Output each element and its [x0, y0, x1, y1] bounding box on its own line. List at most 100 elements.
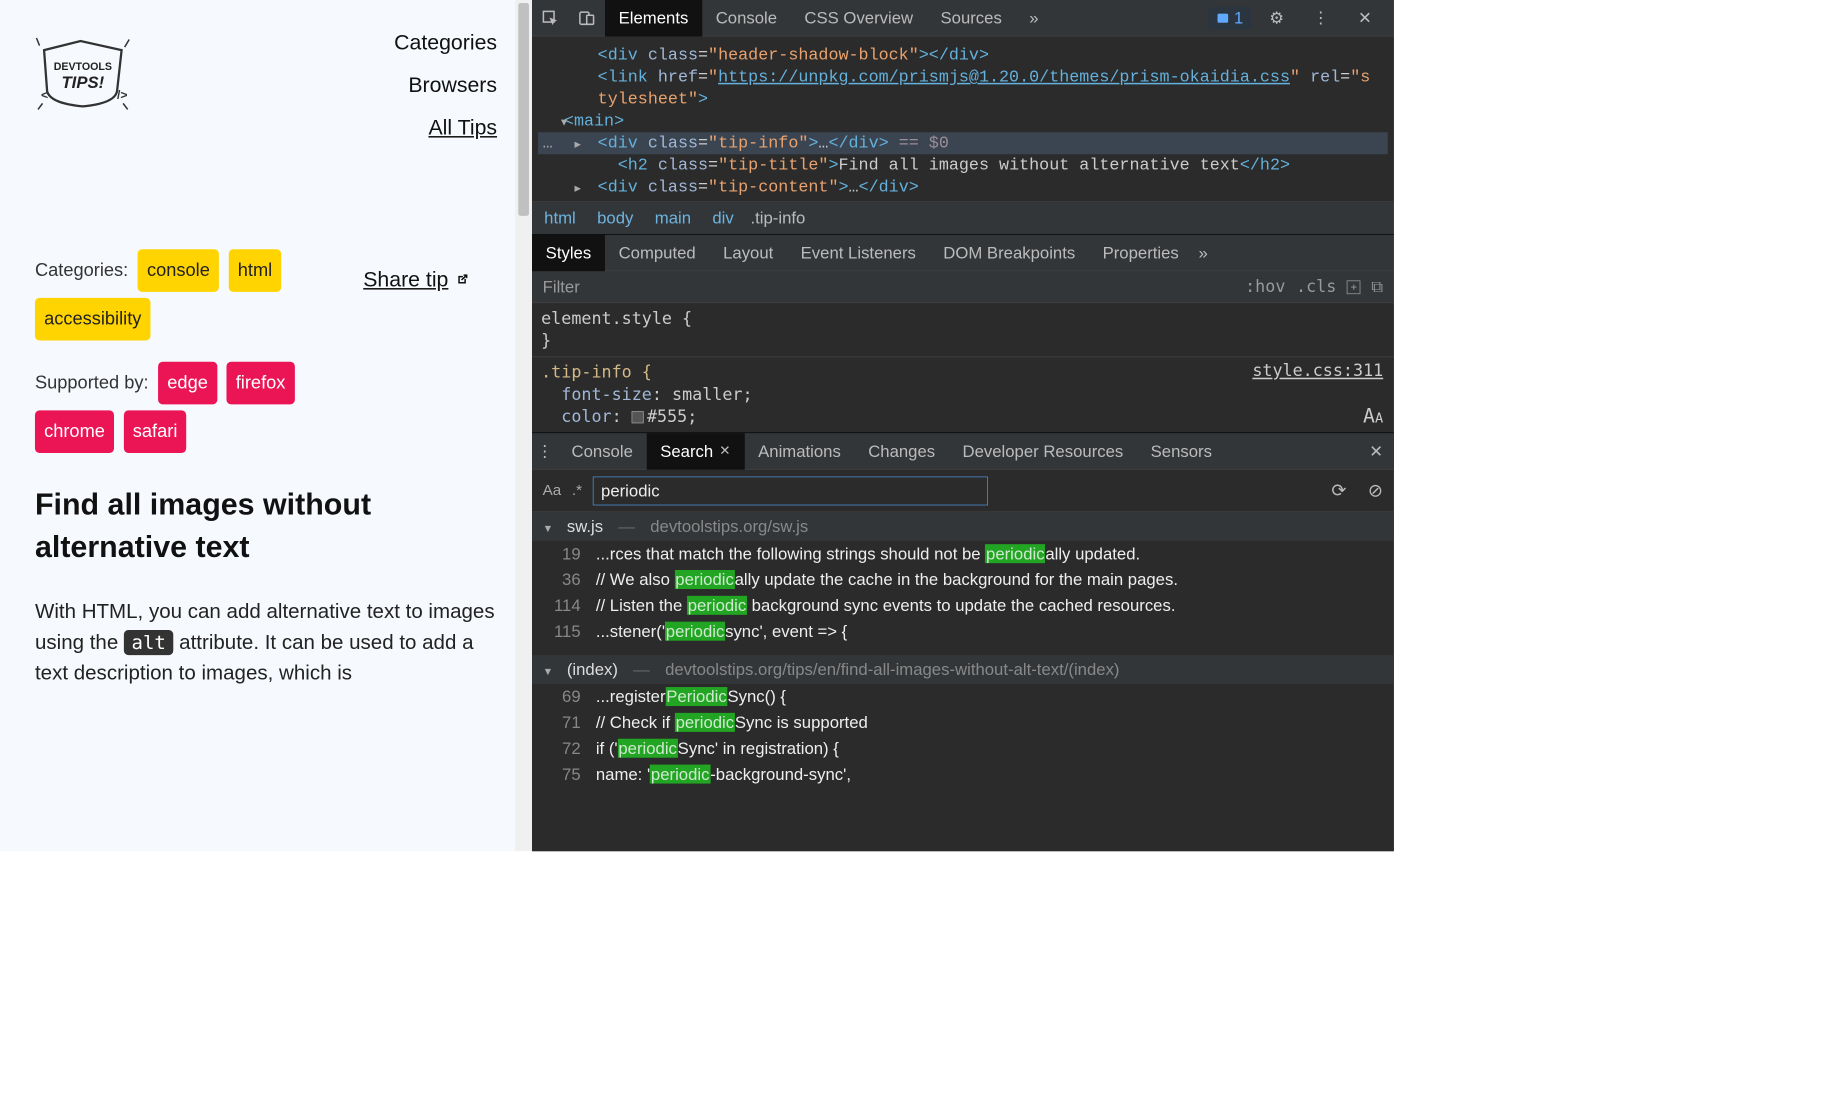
search-input[interactable]: [593, 476, 988, 505]
hov-toggle[interactable]: :hov: [1245, 277, 1285, 296]
drawer-menu-icon[interactable]: ⋮: [532, 441, 558, 461]
nav-browsers[interactable]: Browsers: [408, 73, 497, 97]
svg-text:<: <: [41, 88, 48, 102]
dom-node[interactable]: <link href="https://unpkg.com/prismjs@1.…: [538, 66, 1388, 88]
article-body: With HTML, you can add alternative text …: [35, 596, 497, 688]
styles-pane[interactable]: element.style { } AA style.css:311 .tip-…: [532, 303, 1394, 432]
drawer-tab-search[interactable]: Search✕: [647, 433, 745, 469]
drawer-tab-changes[interactable]: Changes: [855, 433, 949, 469]
subtab-dom-breakpoints[interactable]: DOM Breakpoints: [930, 234, 1089, 270]
search-result-file[interactable]: (index)—devtoolstips.org/tips/en/find-al…: [532, 655, 1394, 684]
cat-tag[interactable]: accessibility: [35, 298, 151, 341]
search-results[interactable]: sw.js—devtoolstips.org/sw.js19...rces th…: [532, 512, 1394, 851]
search-result-line[interactable]: 72if ('periodicSync' in registration) {: [532, 736, 1394, 762]
crumb[interactable]: body: [597, 208, 633, 227]
page-content: DEVTOOLS TIPS! < /> Categories Browsers …: [0, 0, 532, 851]
nav-all-tips[interactable]: All Tips: [428, 116, 497, 140]
search-result-line[interactable]: 19...rces that match the following strin…: [532, 541, 1394, 567]
settings-icon[interactable]: ⚙: [1259, 0, 1295, 36]
crumb[interactable]: main: [655, 208, 691, 227]
style-source-link[interactable]: style.css:311: [1252, 362, 1383, 381]
subtab-styles[interactable]: Styles: [532, 234, 605, 270]
dom-breadcrumb[interactable]: html body main div.tip-info: [532, 202, 1394, 235]
scrollbar[interactable]: [515, 0, 532, 851]
dom-node-selected[interactable]: <div class="tip-info">…</div> == $0: [538, 132, 1388, 154]
dom-node[interactable]: <main>: [538, 110, 1388, 132]
subtabs-overflow[interactable]: »: [1199, 243, 1208, 263]
search-result-line[interactable]: 115...stener('periodicsync', event => {: [532, 619, 1394, 645]
subtab-properties[interactable]: Properties: [1089, 234, 1193, 270]
tab-sources[interactable]: Sources: [927, 0, 1016, 36]
tab-console[interactable]: Console: [702, 0, 791, 36]
top-nav: DEVTOOLS TIPS! < /> Categories Browsers …: [35, 30, 497, 139]
svg-text:DEVTOOLS: DEVTOOLS: [54, 61, 112, 73]
dom-node[interactable]: <h2 class="tip-title">Find all images wi…: [538, 154, 1388, 176]
svg-text:TIPS!: TIPS!: [61, 73, 104, 92]
browser-tag[interactable]: edge: [158, 362, 217, 405]
tab-css-overview[interactable]: CSS Overview: [791, 0, 927, 36]
dom-node[interactable]: <div class="header-shadow-block"></div>: [538, 44, 1388, 66]
clear-icon[interactable]: ⊘: [1368, 480, 1383, 502]
dom-node[interactable]: tylesheet">: [538, 88, 1388, 110]
tabs-overflow[interactable]: »: [1016, 0, 1053, 36]
expand-toggle[interactable]: [561, 112, 567, 131]
subtab-event-listeners[interactable]: Event Listeners: [787, 234, 930, 270]
drawer-close-icon[interactable]: ✕: [1369, 441, 1394, 461]
search-result-line[interactable]: 75name: 'periodic-background-sync',: [532, 762, 1394, 788]
cat-tag[interactable]: html: [229, 249, 282, 292]
supported-label: Supported by:: [35, 372, 149, 393]
devtools-panel: Elements Console CSS Overview Sources » …: [532, 0, 1394, 851]
search-result-line[interactable]: 36// We also periodically update the cac…: [532, 567, 1394, 593]
logo-icon: DEVTOOLS TIPS! < />: [35, 30, 131, 114]
color-swatch[interactable]: [632, 411, 644, 423]
browser-tag[interactable]: firefox: [227, 362, 295, 405]
scrollbar-thumb[interactable]: [518, 3, 529, 216]
regex-icon[interactable]: .*: [572, 482, 582, 499]
devtools-toolbar: Elements Console CSS Overview Sources » …: [532, 0, 1394, 36]
search-result-line[interactable]: 69...registerPeriodicSync() {: [532, 684, 1394, 710]
categories-row: Categories: console html accessibility: [35, 246, 309, 343]
expand-toggle[interactable]: [575, 134, 581, 153]
site-logo[interactable]: DEVTOOLS TIPS! < />: [35, 30, 131, 114]
dom-node[interactable]: <div class="tip-content">…</div>: [538, 176, 1388, 198]
share-tip-link[interactable]: Share tip: [363, 268, 469, 292]
cls-toggle[interactable]: .cls: [1296, 277, 1336, 296]
subtab-computed[interactable]: Computed: [605, 234, 710, 270]
browser-tag[interactable]: chrome: [35, 410, 114, 453]
drawer-tab-sensors[interactable]: Sensors: [1137, 433, 1226, 469]
search-result-file[interactable]: sw.js—devtoolstips.org/sw.js: [532, 512, 1394, 541]
drawer-tab-console[interactable]: Console: [558, 433, 647, 469]
subtab-layout[interactable]: Layout: [709, 234, 787, 270]
toggle-sidebar-icon[interactable]: ⧉: [1371, 277, 1383, 296]
kebab-menu-icon[interactable]: ⋮: [1303, 0, 1339, 36]
crumb[interactable]: html: [544, 208, 576, 227]
issues-badge[interactable]: 1: [1208, 6, 1251, 29]
drawer-tab-animations[interactable]: Animations: [744, 433, 854, 469]
filter-placeholder[interactable]: Filter: [543, 277, 580, 297]
search-bar: Aa .* ⟳ ⊘: [532, 470, 1394, 513]
expand-toggle[interactable]: [575, 178, 581, 197]
match-case-icon[interactable]: Aa: [543, 482, 562, 499]
external-link-icon: [454, 272, 469, 287]
styles-filter-row: Filter :hov .cls + ⧉: [532, 271, 1394, 303]
styles-tabs: Styles Computed Layout Event Listeners D…: [532, 235, 1394, 271]
cat-tag[interactable]: console: [138, 249, 219, 292]
inspect-icon[interactable]: [532, 0, 568, 36]
tab-elements[interactable]: Elements: [605, 0, 702, 36]
close-tab-icon[interactable]: ✕: [719, 443, 730, 459]
search-result-line[interactable]: 114// Listen the periodic background syn…: [532, 593, 1394, 619]
refresh-icon[interactable]: ⟳: [1331, 480, 1346, 502]
device-toolbar-icon[interactable]: [568, 0, 604, 36]
crumb-current[interactable]: div.tip-info: [712, 208, 805, 227]
new-style-rule-icon[interactable]: +: [1347, 280, 1361, 294]
drawer-tab-developer-resources[interactable]: Developer Resources: [949, 433, 1137, 469]
nav-categories[interactable]: Categories: [394, 30, 497, 54]
dom-tree[interactable]: <div class="header-shadow-block"></div> …: [532, 36, 1394, 202]
font-size-icon[interactable]: AA: [1363, 405, 1383, 428]
close-icon[interactable]: ✕: [1347, 0, 1383, 36]
drawer-tabs: ⋮ Console Search✕ Animations Changes Dev…: [532, 433, 1394, 469]
browser-tag[interactable]: safari: [124, 410, 187, 453]
page-title: Find all images without alternative text: [35, 483, 497, 568]
search-result-line[interactable]: 71// Check if periodicSync is supported: [532, 710, 1394, 736]
drawer: ⋮ Console Search✕ Animations Changes Dev…: [532, 432, 1394, 851]
